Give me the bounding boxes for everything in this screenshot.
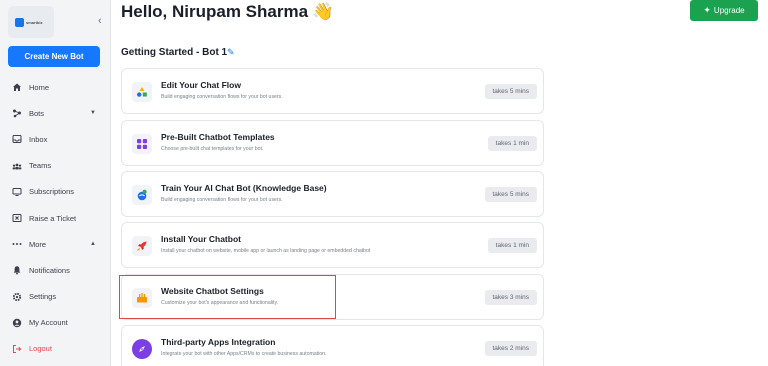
upgrade-label: Upgrade bbox=[713, 6, 745, 15]
card-install-chatbot[interactable]: Install Your Chatbot Install your chatbo… bbox=[121, 222, 544, 268]
sidebar-item-inbox[interactable]: Inbox bbox=[0, 126, 110, 152]
edit-pencil-icon[interactable]: ✎ bbox=[227, 47, 235, 58]
highlight-box bbox=[119, 275, 336, 319]
sidebar-item-label: Subscriptions bbox=[29, 187, 75, 197]
card-description: Build engaging conversation flows for yo… bbox=[161, 94, 283, 100]
sidebar-item-label: My Account bbox=[29, 318, 68, 328]
sidebar-item-more[interactable]: More ▲ bbox=[0, 231, 110, 257]
card-third-party-integration[interactable]: Third-party Apps Integration Integrate y… bbox=[121, 325, 544, 366]
sidebar-item-raise-ticket[interactable]: Raise a Ticket bbox=[0, 205, 110, 231]
integration-icon bbox=[132, 339, 152, 359]
page-greeting: Hello, Nirupam Sharma 👋 bbox=[121, 2, 334, 21]
time-badge: takes 3 mins bbox=[484, 290, 537, 305]
sidebar-item-logout[interactable]: Logout bbox=[0, 336, 110, 362]
card-title: Third-party Apps Integration bbox=[161, 337, 276, 347]
knowledge-base-icon bbox=[132, 185, 152, 205]
time-badge: takes 1 min bbox=[487, 136, 537, 151]
sidebar-item-home[interactable]: Home bbox=[0, 74, 110, 100]
caret-down-icon: ▼ bbox=[90, 110, 96, 117]
sidebar-item-settings[interactable]: Settings bbox=[0, 284, 110, 310]
sidebar-item-label: Bots bbox=[29, 108, 45, 118]
sidebar-item-notifications[interactable]: Notifications bbox=[0, 257, 110, 283]
caret-up-icon: ▲ bbox=[90, 241, 96, 248]
upgrade-button[interactable]: ✦ Upgrade bbox=[690, 0, 758, 21]
account-icon bbox=[12, 318, 22, 328]
card-description: Choose pre-built chat templates for your… bbox=[161, 146, 264, 152]
logo[interactable]: smartbiz bbox=[8, 6, 54, 38]
card-description: Install your chatbot on website, mobile … bbox=[161, 248, 371, 254]
card-title: Pre-Built Chatbot Templates bbox=[161, 132, 275, 142]
card-description: Integrate your bot with other Apps/CRMs … bbox=[161, 351, 327, 357]
card-prebuilt-templates[interactable]: Pre-Built Chatbot Templates Choose pre-b… bbox=[121, 120, 544, 166]
ticket-icon bbox=[12, 213, 22, 223]
sidebar-item-label: Teams bbox=[29, 161, 52, 171]
sparkle-icon: ✦ bbox=[703, 5, 711, 15]
logout-icon bbox=[12, 344, 22, 354]
card-description: Build engaging conversation flows for yo… bbox=[161, 197, 283, 203]
collapse-sidebar-icon[interactable]: ‹ bbox=[98, 16, 102, 27]
time-badge: takes 1 min bbox=[487, 238, 537, 253]
sidebar-item-subscriptions[interactable]: Subscriptions bbox=[0, 179, 110, 205]
logo-text: smartbiz bbox=[26, 19, 43, 25]
gear-icon bbox=[12, 292, 22, 302]
sidebar: smartbiz ‹ Create New Bot Home Bots ▼ In… bbox=[0, 0, 111, 366]
card-title: Train Your AI Chat Bot (Knowledge Base) bbox=[161, 183, 327, 193]
rocket-icon bbox=[132, 236, 152, 256]
bell-icon bbox=[12, 265, 22, 275]
card-title: Install Your Chatbot bbox=[161, 234, 241, 244]
card-edit-chat-flow[interactable]: Edit Your Chat Flow Build engaging conve… bbox=[121, 68, 544, 114]
subscriptions-icon bbox=[12, 187, 22, 197]
chat-flow-icon bbox=[132, 82, 152, 102]
sidebar-item-label: Logout bbox=[29, 344, 52, 354]
sidebar-item-label: More bbox=[29, 239, 47, 249]
inbox-icon bbox=[12, 134, 22, 144]
create-new-bot-button[interactable]: Create New Bot bbox=[8, 46, 100, 67]
bots-icon bbox=[12, 108, 22, 118]
app-root: smartbiz ‹ Create New Bot Home Bots ▼ In… bbox=[0, 0, 768, 366]
sidebar-item-bots[interactable]: Bots ▼ bbox=[0, 100, 110, 126]
more-icon bbox=[12, 239, 22, 249]
sidebar-item-teams[interactable]: Teams bbox=[0, 153, 110, 179]
time-badge: takes 5 mins bbox=[484, 84, 537, 99]
sidebar-item-label: Raise a Ticket bbox=[29, 213, 77, 223]
logo-icon bbox=[15, 17, 24, 27]
card-title: Edit Your Chat Flow bbox=[161, 80, 241, 90]
sidebar-item-label: Home bbox=[29, 82, 50, 92]
templates-icon bbox=[132, 134, 152, 154]
time-badge: takes 2 mins bbox=[484, 341, 537, 356]
card-train-ai-bot[interactable]: Train Your AI Chat Bot (Knowledge Base) … bbox=[121, 171, 544, 217]
teams-icon bbox=[12, 161, 22, 171]
sidebar-item-label: Notifications bbox=[29, 265, 70, 275]
sidebar-nav: Home Bots ▼ Inbox Teams Subscriptions Ra… bbox=[0, 74, 110, 362]
sidebar-item-label: Settings bbox=[29, 292, 57, 302]
section-title: Getting Started - Bot 1 bbox=[121, 47, 228, 58]
time-badge: takes 5 mins bbox=[484, 187, 537, 202]
sidebar-item-label: Inbox bbox=[29, 134, 48, 144]
sidebar-item-my-account[interactable]: My Account bbox=[0, 310, 110, 336]
home-icon bbox=[12, 82, 22, 92]
